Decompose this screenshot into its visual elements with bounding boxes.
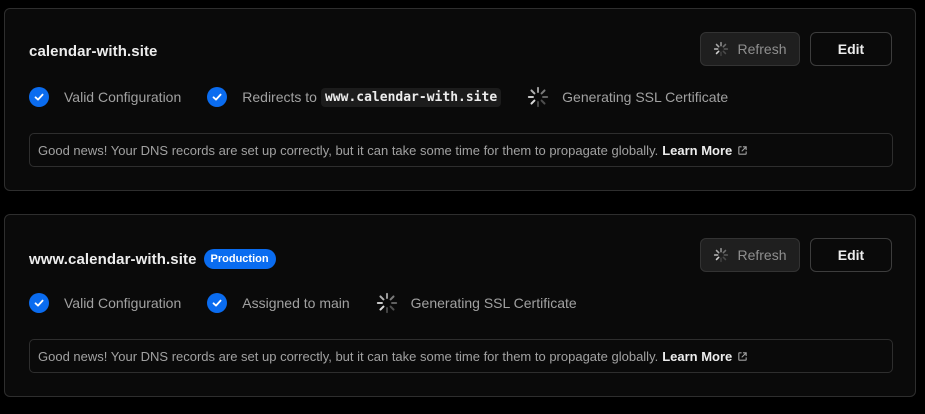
learn-more-link[interactable]: Learn More (662, 349, 748, 364)
check-icon (207, 293, 228, 313)
status-ssl: Generating SSL Certificate (376, 292, 577, 314)
dns-info-note: Good news! Your DNS records are set up c… (29, 133, 893, 167)
spinner-icon (527, 86, 549, 108)
status-label: Generating SSL Certificate (562, 89, 729, 105)
external-link-icon (738, 145, 748, 155)
note-text: Good news! Your DNS records are set up c… (38, 142, 659, 158)
status-valid: Valid Configuration (29, 87, 181, 107)
domain-card: calendar-with.site Refresh Edit Valid Co… (4, 8, 916, 191)
status-label: Generating SSL Certificate (410, 295, 577, 311)
refresh-label: Refresh (737, 247, 787, 263)
domain-card: www.calendar-with.site Production Refres… (4, 214, 916, 397)
domain-title: calendar-with.site (29, 43, 158, 60)
spinner-icon (714, 41, 729, 57)
domain-header: www.calendar-with.site Production (29, 249, 276, 269)
status-valid: Valid Configuration (29, 293, 181, 313)
check-icon (29, 87, 49, 107)
domain-actions: Refresh Edit (700, 32, 892, 66)
domain-title: www.calendar-with.site (29, 250, 197, 268)
edit-button[interactable]: Edit (810, 238, 892, 272)
status-label: Redirects to (242, 89, 317, 105)
dns-info-note: Good news! Your DNS records are set up c… (29, 339, 893, 373)
status-redirect: Redirects to www.calendar-with.site (207, 87, 502, 107)
status-assigned: Assigned to main (207, 293, 350, 313)
learn-more-link[interactable]: Learn More (662, 143, 748, 158)
status-row: Valid Configuration Redirects to www.cal… (29, 86, 754, 108)
status-ssl: Generating SSL Certificate (527, 86, 728, 108)
production-badge: Production (203, 249, 276, 269)
domain-header: calendar-with.site (29, 43, 158, 60)
redirect-target: www.calendar-with.site (320, 87, 502, 107)
spinner-icon (376, 292, 398, 314)
refresh-button[interactable]: Refresh (700, 238, 800, 272)
learn-more-label: Learn More (662, 348, 733, 364)
learn-more-label: Learn More (662, 142, 733, 158)
spinner-icon (714, 247, 729, 263)
check-icon (29, 293, 49, 313)
check-icon (207, 87, 228, 107)
external-link-icon (738, 351, 748, 361)
edit-button[interactable]: Edit (810, 32, 892, 66)
note-text: Good news! Your DNS records are set up c… (38, 348, 659, 364)
refresh-button[interactable]: Refresh (700, 32, 800, 66)
domain-actions: Refresh Edit (700, 238, 892, 272)
status-label: Valid Configuration (64, 89, 182, 105)
status-label: Valid Configuration (64, 295, 182, 311)
refresh-label: Refresh (737, 41, 787, 57)
status-row: Valid Configuration Assigned to main Gen… (29, 292, 603, 314)
status-label: Assigned to main (242, 295, 350, 311)
